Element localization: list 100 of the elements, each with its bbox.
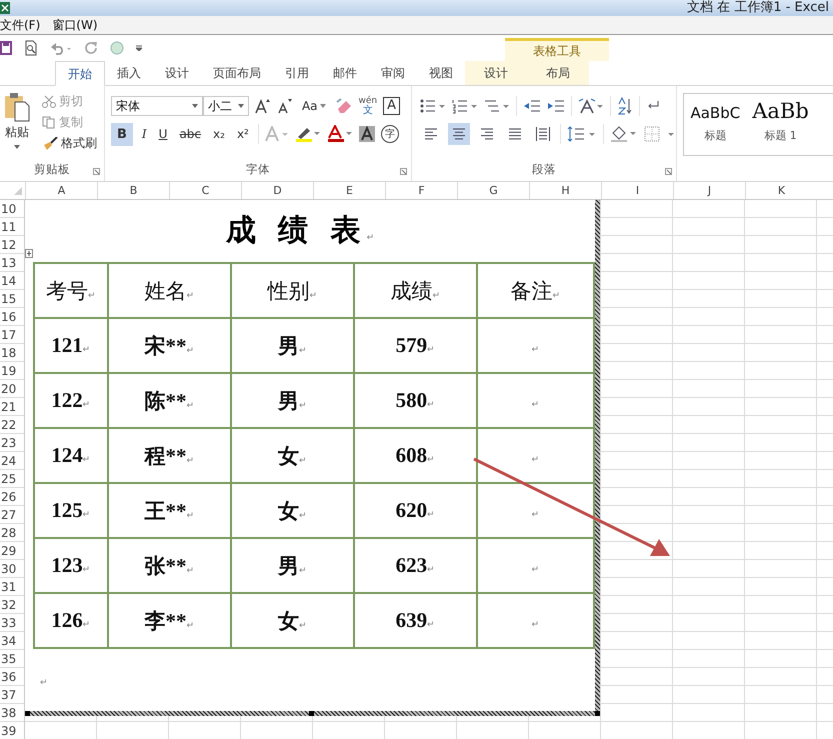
column-header[interactable]: C	[169, 182, 241, 199]
text-direction-icon[interactable]	[578, 98, 604, 114]
row-header[interactable]: 34	[0, 632, 24, 650]
ribbon-tab[interactable]: 布局	[527, 61, 589, 85]
save-icon[interactable]	[0, 41, 12, 55]
ribbon-tab[interactable]: 邮件	[321, 61, 369, 85]
row-header[interactable]: 18	[0, 344, 24, 362]
column-header[interactable]: A	[25, 182, 97, 199]
row-header[interactable]: 10	[0, 200, 24, 218]
row-header[interactable]: 35	[0, 650, 24, 668]
enclose-character-button[interactable]: 字	[380, 125, 399, 143]
sort-icon[interactable]	[617, 97, 633, 115]
shading-bucket-icon[interactable]	[610, 125, 638, 143]
row-header[interactable]: 17	[0, 326, 24, 344]
row-header[interactable]: 22	[0, 416, 24, 434]
ribbon-tab[interactable]: 设计	[153, 61, 201, 85]
row-header[interactable]: 11	[0, 218, 24, 236]
column-header[interactable]: F	[385, 182, 457, 199]
column-header[interactable]: E	[313, 182, 385, 199]
font-style-button[interactable]: B	[110, 122, 133, 146]
character-border-button[interactable]: A	[383, 97, 400, 115]
dialog-launcher-icon[interactable]	[92, 168, 100, 175]
font-style-button[interactable]: abc	[176, 124, 204, 144]
row-header[interactable]: 36	[0, 668, 24, 686]
column-header[interactable]: I	[601, 182, 673, 199]
resize-handle[interactable]	[595, 711, 600, 716]
ribbon-tab[interactable]: 审阅	[369, 61, 417, 85]
menu-item[interactable]: 文件(F)	[0, 16, 40, 34]
column-header[interactable]: G	[457, 182, 529, 199]
row-header[interactable]: 30	[0, 560, 24, 578]
row-header[interactable]: 31	[0, 578, 24, 596]
row-header[interactable]: 21	[0, 398, 24, 416]
dialog-launcher-icon[interactable]	[400, 168, 407, 175]
menu-item[interactable]: 窗口(W)	[52, 16, 98, 34]
embedded-document[interactable]: 成 绩 表↵ 考号↵ 姓名↵ 性别↵ 成绩↵ 备注↵ 121↵ 宋**↵ 男↵ 579↵ ↵ 122↵ 陈**↵ 男↵ 580↵ ↵ 124↵ 程**↵ 女↵ 608↵ ↵ 125↵ 王**↵ 女↵ 620↵ ↵ 123↵ 张**↵ 男↵ 623↵ ↵ 126↵ 李**↵ 女↵ 639↵ ↵ ↵	[25, 200, 600, 716]
increase-indent-icon[interactable]	[547, 99, 565, 113]
font-style-button[interactable]: x₂	[210, 124, 228, 144]
ribbon-tab[interactable]: 设计	[465, 61, 527, 85]
shrink-font-icon[interactable]	[276, 98, 293, 114]
paste-button[interactable]: 粘贴	[0, 92, 34, 152]
ribbon-tab[interactable]: 页面布局	[201, 61, 273, 85]
grow-font-icon[interactable]	[254, 98, 271, 114]
font-style-button[interactable]: x²	[234, 124, 252, 144]
row-header[interactable]: 12	[0, 236, 24, 254]
row-header[interactable]: 38	[0, 704, 24, 722]
multilevel-list-icon[interactable]	[484, 98, 510, 114]
row-header[interactable]: 39	[0, 722, 24, 739]
ribbon-tab[interactable]: 引用	[273, 61, 321, 85]
line-spacing-icon[interactable]	[567, 126, 597, 142]
column-header[interactable]: J	[673, 182, 745, 199]
dialog-launcher-icon[interactable]	[665, 168, 672, 175]
row-header[interactable]: 26	[0, 488, 24, 506]
column-header[interactable]: D	[241, 182, 313, 199]
ribbon-tab[interactable]: 开始	[55, 61, 105, 86]
row-header[interactable]: 23	[0, 434, 24, 452]
row-header[interactable]: 37	[0, 686, 24, 704]
numbered-list-icon[interactable]	[452, 98, 478, 114]
row-header[interactable]: 16	[0, 308, 24, 326]
row-header[interactable]: 28	[0, 524, 24, 542]
row-header[interactable]: 19	[0, 362, 24, 380]
resize-handle[interactable]	[309, 711, 314, 716]
table-cell: 陈**↵	[108, 373, 231, 428]
undo-icon[interactable]	[50, 41, 72, 55]
font-style-button[interactable]: I	[138, 124, 150, 144]
row-header[interactable]: 27	[0, 506, 24, 524]
row-header[interactable]: 29	[0, 542, 24, 560]
phonetic-guide-button[interactable]: wén 文	[358, 97, 378, 115]
decrease-indent-icon[interactable]	[523, 99, 541, 113]
row-header[interactable]: 32	[0, 596, 24, 614]
style-item[interactable]: AaBbC 标题	[684, 94, 746, 155]
column-header[interactable]: K	[745, 182, 817, 199]
font-color-icon[interactable]	[326, 125, 353, 143]
table-cell: 579↵	[354, 318, 478, 373]
table-move-handle-icon[interactable]	[25, 249, 33, 258]
column-header[interactable]: H	[529, 182, 601, 199]
character-shading-icon[interactable]	[358, 126, 375, 142]
row-header[interactable]: 13	[0, 254, 24, 272]
font-size-field[interactable]: 小二	[202, 96, 249, 116]
row-header[interactable]: 14	[0, 272, 24, 290]
highlighter-icon[interactable]	[294, 125, 321, 143]
bullet-list-icon[interactable]	[420, 98, 446, 114]
ribbon-tab[interactable]: 视图	[417, 61, 465, 85]
change-case-button[interactable]: Aa	[298, 96, 329, 116]
resize-handle[interactable]	[25, 711, 30, 716]
column-header[interactable]: B	[97, 182, 169, 199]
ribbon-tab[interactable]: 插入	[105, 61, 153, 85]
table-cell: 123↵	[34, 538, 108, 593]
format-painter-button[interactable]: 格式刷	[42, 135, 97, 152]
align-button[interactable]	[448, 123, 470, 145]
borders-icon[interactable]	[644, 126, 676, 142]
print-preview-icon[interactable]	[24, 40, 38, 56]
row-header[interactable]: 24	[0, 452, 24, 470]
row-header[interactable]: 25	[0, 470, 24, 488]
font-style-button[interactable]: U	[156, 124, 170, 144]
row-header[interactable]: 20	[0, 380, 24, 398]
font-name-field[interactable]: 宋体	[110, 96, 203, 116]
customize-dropdown-icon[interactable]	[136, 45, 142, 51]
style-item[interactable]: AaBb 标题 1	[746, 94, 815, 155]
row-header[interactable]: 33	[0, 614, 24, 632]
row-header[interactable]: 15	[0, 290, 24, 308]
